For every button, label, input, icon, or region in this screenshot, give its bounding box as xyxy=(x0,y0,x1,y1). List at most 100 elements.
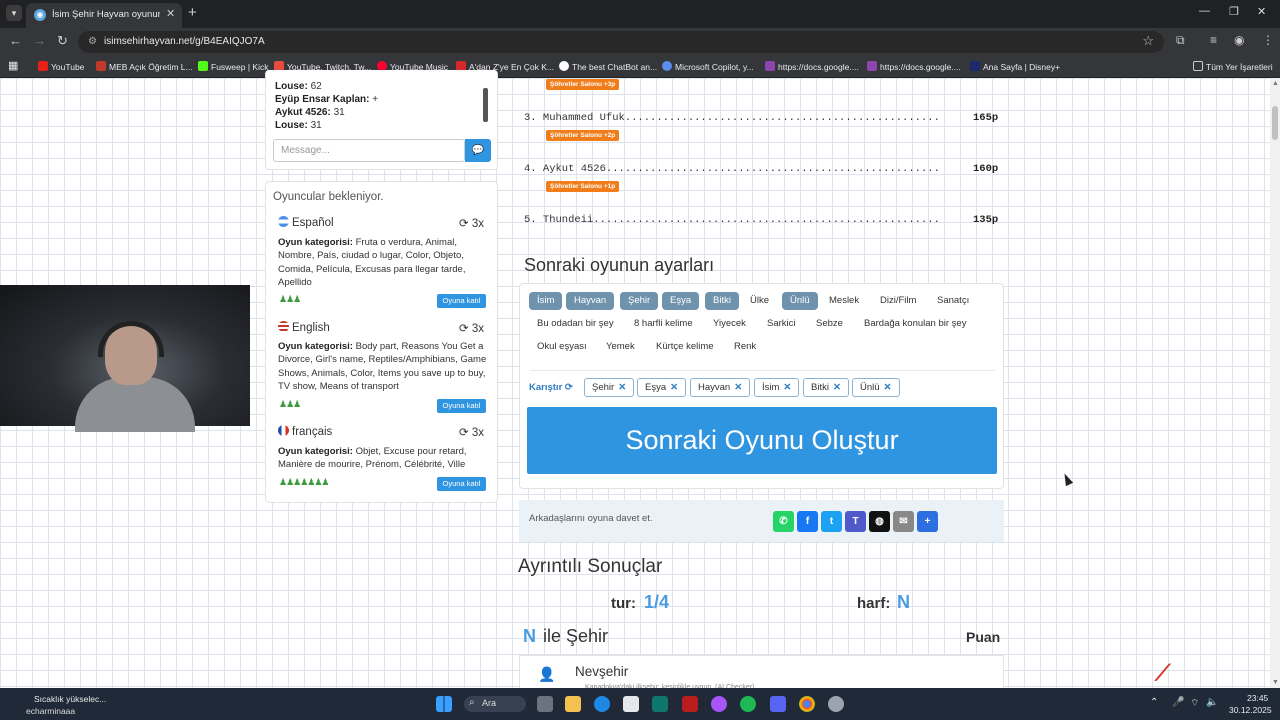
category-chip[interactable]: Yemek xyxy=(598,338,643,356)
category-chip[interactable]: Meslek xyxy=(821,292,867,310)
category-chip[interactable]: 8 harfli kelime xyxy=(626,315,701,333)
room-players-icon: ♟♟♟ xyxy=(279,294,301,305)
media-icon[interactable]: ≡ xyxy=(1210,33,1217,47)
netflix-icon[interactable] xyxy=(682,696,698,712)
address-bar[interactable]: ⚙ isimsehirhayvan.net/g/B4EAIQJO7A ☆ xyxy=(78,31,1164,53)
message-input[interactable]: Message... xyxy=(273,139,465,162)
remove-tag-icon[interactable]: ✕ xyxy=(783,382,791,393)
category-chip[interactable]: Hayvan xyxy=(566,292,615,310)
chat-line: Aykut 4526: 31 xyxy=(275,107,345,118)
microphone-icon[interactable]: 🎤 xyxy=(1172,697,1184,708)
tab-close-icon[interactable]: ✕ xyxy=(166,7,175,20)
remove-tag-icon[interactable]: ✕ xyxy=(618,382,626,393)
weather-text[interactable]: Sıcaklık yükselec... xyxy=(34,694,106,704)
twitter-share-icon[interactable]: t xyxy=(821,511,842,532)
chat-scrollbar[interactable] xyxy=(483,88,488,122)
bookmark-youtube[interactable]: YouTube xyxy=(38,61,84,72)
create-next-game-button[interactable]: Sonraki Oyunu Oluştur xyxy=(527,407,997,474)
category-chip[interactable]: Renk xyxy=(726,338,764,356)
start-icon[interactable] xyxy=(436,696,452,712)
wifi-icon[interactable]: ⌔ xyxy=(1190,697,1199,710)
maximize-icon[interactable]: ❐ xyxy=(1229,5,1239,18)
category-chip[interactable]: Ülke xyxy=(742,292,777,310)
chrome-icon[interactable] xyxy=(799,696,815,712)
spotify-icon[interactable] xyxy=(740,696,756,712)
category-chip[interactable]: Okul eşyası xyxy=(529,338,595,356)
bookmark-kick[interactable]: Fusweep | Kick xyxy=(198,61,268,72)
chat-text: 31 xyxy=(310,120,322,131)
share-share-icon[interactable]: + xyxy=(917,511,938,532)
category-chip[interactable]: Bardağa konulan bir şey xyxy=(856,315,974,333)
profile-avatar-icon[interactable]: ◉ xyxy=(1234,33,1244,47)
task-view-icon[interactable] xyxy=(537,696,553,712)
remove-tag-icon[interactable]: ✕ xyxy=(884,382,892,393)
category-chip[interactable]: Dizi/Film xyxy=(872,292,924,310)
volume-icon[interactable]: 🔈 xyxy=(1206,697,1218,708)
remove-tag-icon[interactable]: ✕ xyxy=(670,382,678,393)
category-chip[interactable]: İsim xyxy=(529,292,563,310)
category-chip[interactable]: Şehir xyxy=(620,292,659,310)
remove-tag-icon[interactable]: ✕ xyxy=(833,382,841,393)
copilot-icon[interactable] xyxy=(711,696,727,712)
bookmark-disney[interactable]: Ana Sayfa | Disney+ xyxy=(970,61,1060,72)
whatsapp-share-icon[interactable]: ✆ xyxy=(773,511,794,532)
discord-icon[interactable] xyxy=(770,696,786,712)
shuffle-button[interactable]: Karıştır ⟳ xyxy=(529,382,573,393)
extensions-icon[interactable]: ⧉ xyxy=(1176,33,1185,48)
minimize-icon[interactable]: — xyxy=(1199,5,1210,17)
category-chip[interactable]: Sanatçı xyxy=(929,292,977,310)
category-letter: N xyxy=(523,626,536,646)
facebook-share-icon[interactable]: f xyxy=(797,511,818,532)
edge-icon[interactable] xyxy=(594,696,610,712)
new-tab-icon[interactable]: + xyxy=(188,4,197,21)
bookmark-star-icon[interactable]: ☆ xyxy=(1142,33,1154,49)
bookmark-docs-1[interactable]: https://docs.google.... xyxy=(765,61,859,72)
letter-label: harf: xyxy=(857,595,891,612)
apps-icon[interactable]: ▦ xyxy=(8,59,18,72)
scroll-up-icon[interactable]: ▲ xyxy=(1272,80,1279,87)
snapchat-share-icon[interactable]: ◍ xyxy=(869,511,890,532)
category-chip[interactable]: Ünlü xyxy=(782,292,818,310)
app-icon[interactable] xyxy=(652,696,668,712)
bookmark-docs-2[interactable]: https://docs.google.... xyxy=(867,61,961,72)
category-label: Oyun kategorisi: xyxy=(278,237,353,248)
site-info-icon[interactable]: ⚙ xyxy=(88,36,97,47)
join-room-button[interactable]: Oyuna katıl xyxy=(437,477,486,491)
category-chip[interactable]: Yiyecek xyxy=(705,315,754,333)
obs-icon[interactable] xyxy=(828,696,844,712)
category-chip[interactable]: Bitki xyxy=(705,292,739,310)
category-chip[interactable]: Kürtçe kelime xyxy=(648,338,722,356)
category-chip[interactable]: Sebze xyxy=(808,315,851,333)
category-chip[interactable]: Bu odadan bir şey xyxy=(529,315,622,333)
tray-chevron-icon[interactable]: ⌃ xyxy=(1150,697,1158,708)
all-bookmarks[interactable]: Tüm Yer İşaretleri xyxy=(1193,61,1273,72)
email-share-icon[interactable]: ✉ xyxy=(893,511,914,532)
search-box[interactable]: Ara ⌕ xyxy=(464,696,526,712)
store-icon[interactable] xyxy=(623,696,639,712)
send-message-icon[interactable]: 💬 xyxy=(465,139,491,162)
active-tab[interactable]: ◉ İsim Şehir Hayvan oyununa katıl ✕ xyxy=(26,3,182,28)
close-window-icon[interactable]: ✕ xyxy=(1257,5,1266,18)
category-chip[interactable]: Eşya xyxy=(662,292,700,310)
forward-icon[interactable]: → xyxy=(33,33,46,48)
bookmark-meb[interactable]: MEB Açık Öğretim L... xyxy=(96,61,193,72)
menu-icon[interactable]: ⋮ xyxy=(1262,33,1274,47)
back-icon[interactable]: ← xyxy=(9,33,22,48)
bookmark-label: https://docs.google.... xyxy=(778,62,859,72)
category-chip[interactable]: Sarkici xyxy=(759,315,804,333)
clock-date[interactable]: 30.12.2025 xyxy=(1229,705,1272,715)
scroll-down-icon[interactable]: ▼ xyxy=(1272,679,1279,686)
reload-icon[interactable]: ↻ xyxy=(57,33,68,49)
bookmark-chatbot[interactable]: The best ChatBot an... xyxy=(559,61,657,72)
page-scrollbar[interactable]: ▲ ▼ xyxy=(1270,78,1280,688)
tab-search-icon[interactable]: ▾ xyxy=(6,5,22,21)
remove-tag-icon[interactable]: ✕ xyxy=(734,382,742,393)
all-bookmarks-label: Tüm Yer İşaretleri xyxy=(1206,62,1273,72)
join-room-button[interactable]: Oyuna katıl xyxy=(437,294,486,308)
clock-time[interactable]: 23:45 xyxy=(1247,693,1268,703)
scroll-thumb[interactable] xyxy=(1272,106,1278,140)
teams-share-icon[interactable]: T xyxy=(845,511,866,532)
join-room-button[interactable]: Oyuna katıl xyxy=(437,399,486,413)
bookmark-copilot[interactable]: Microsoft Copilot, y... xyxy=(662,61,754,72)
file-explorer-icon[interactable] xyxy=(565,696,581,712)
